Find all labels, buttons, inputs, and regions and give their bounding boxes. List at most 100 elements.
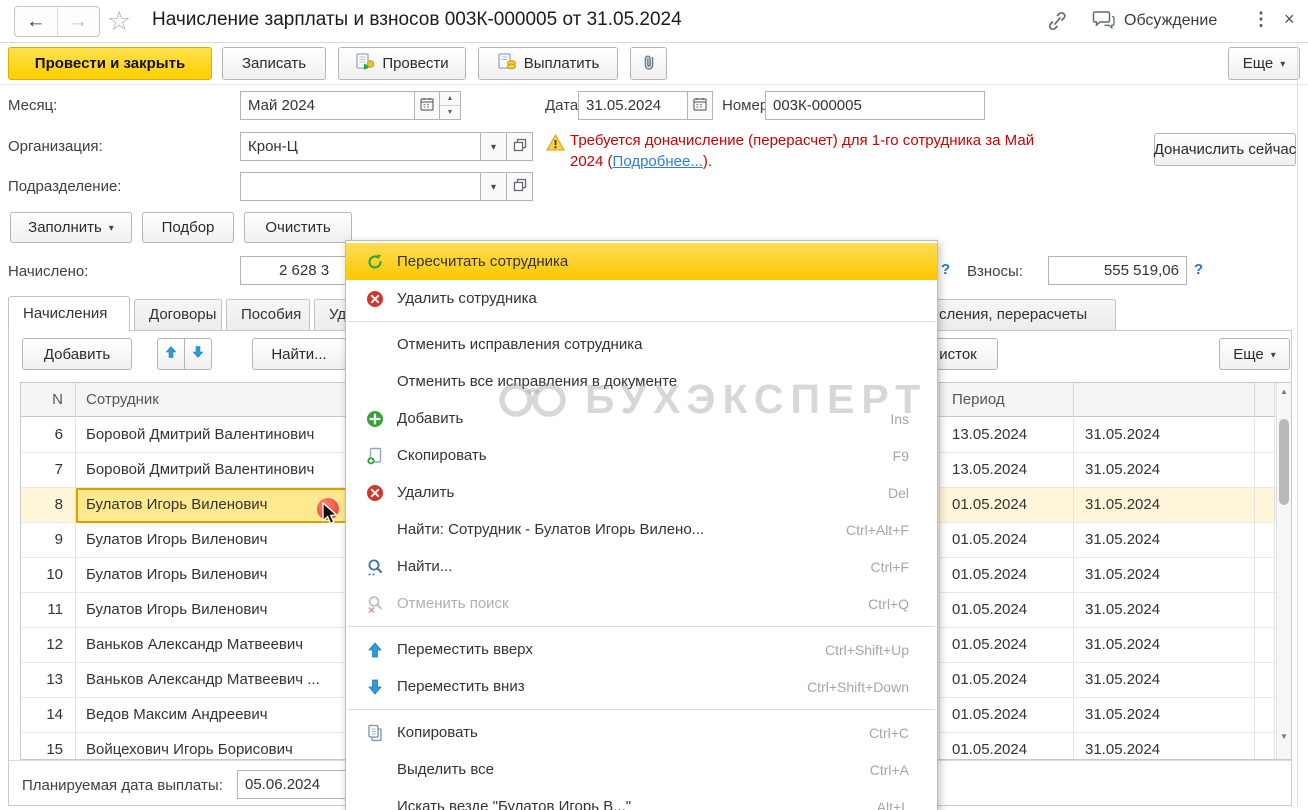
menu-item[interactable]: Найти... Ctrl+F xyxy=(346,548,937,585)
period-from-cell[interactable]: 13.05.2024 xyxy=(939,418,1073,452)
link-icon[interactable] xyxy=(1046,11,1068,35)
move-row-up-button[interactable] xyxy=(157,338,185,370)
pay-button[interactable]: Выплатить xyxy=(478,47,618,80)
spare-cell[interactable] xyxy=(1254,523,1275,557)
menu-item[interactable]: Добавить Ins xyxy=(346,400,937,437)
column-header-period-end[interactable] xyxy=(1073,383,1254,417)
scroll-up-icon[interactable]: ▲ xyxy=(1279,387,1289,396)
spare-cell[interactable] xyxy=(1254,488,1275,522)
contributions-field[interactable]: 555 519,06 xyxy=(1048,256,1187,285)
menu-item[interactable]: Переместить вверх Ctrl+Shift+Up xyxy=(346,631,937,668)
add-row-button[interactable]: Добавить xyxy=(22,338,132,370)
period-to-cell[interactable]: 31.05.2024 xyxy=(1073,453,1254,487)
menu-item[interactable]: Найти: Сотрудник - Булатов Игорь Вилено.… xyxy=(346,511,937,548)
period-to-cell[interactable]: 31.05.2024 xyxy=(1073,733,1254,759)
period-to-cell[interactable]: 31.05.2024 xyxy=(1073,628,1254,662)
row-number-cell[interactable]: 14 xyxy=(21,698,76,732)
period-to-cell[interactable]: 31.05.2024 xyxy=(1073,558,1254,592)
fill-button[interactable]: Заполнить ▾ xyxy=(10,212,132,243)
table-scrollbar[interactable]: ▲ ▼ xyxy=(1276,383,1291,759)
column-header-n[interactable]: N xyxy=(21,383,76,417)
warning-details-link[interactable]: Подробнее... xyxy=(613,153,703,170)
discussion-label[interactable]: Обсуждение xyxy=(1124,12,1217,30)
spare-cell[interactable] xyxy=(1254,453,1275,487)
department-field[interactable] xyxy=(240,172,481,201)
period-to-cell[interactable]: 31.05.2024 xyxy=(1073,698,1254,732)
date-field[interactable]: 31.05.2024 xyxy=(578,91,688,120)
spare-cell[interactable] xyxy=(1254,698,1275,732)
period-from-cell[interactable]: 13.05.2024 xyxy=(939,453,1073,487)
row-number-cell[interactable]: 6 xyxy=(21,418,76,452)
menu-item[interactable]: Отменить поиск Ctrl+Q xyxy=(346,585,937,622)
favorite-star-icon[interactable]: ☆ xyxy=(107,6,131,37)
tab-contracts[interactable]: Договоры xyxy=(134,299,222,330)
post-button[interactable]: Провести xyxy=(338,47,466,80)
attachment-button[interactable] xyxy=(630,47,667,80)
spin-down-icon[interactable]: ▼ xyxy=(440,106,460,119)
spare-cell[interactable] xyxy=(1254,628,1275,662)
menu-item[interactable]: Переместить вниз Ctrl+Shift+Down xyxy=(346,668,937,705)
scroll-down-icon[interactable]: ▼ xyxy=(1279,732,1289,741)
pick-button[interactable]: Подбор xyxy=(142,212,234,243)
contributions-help-icon[interactable]: ? xyxy=(1194,261,1203,278)
menu-item[interactable]: Удалить Del xyxy=(346,474,937,511)
row-number-cell[interactable]: 15 xyxy=(21,733,76,759)
number-field[interactable]: 003К-000005 xyxy=(765,91,985,120)
month-field[interactable]: Май 2024 xyxy=(240,91,415,120)
period-from-cell[interactable]: 01.05.2024 xyxy=(939,488,1073,522)
column-header-period[interactable]: Период xyxy=(939,383,1073,417)
department-dropdown-button[interactable]: ▾ xyxy=(480,172,507,201)
spare-cell[interactable] xyxy=(1254,558,1275,592)
month-calendar-button[interactable] xyxy=(414,91,440,120)
spare-cell[interactable] xyxy=(1254,418,1275,452)
period-from-cell[interactable]: 01.05.2024 xyxy=(939,733,1073,759)
planned-payment-date-field[interactable]: 05.06.2024 xyxy=(237,770,353,799)
menu-item[interactable]: Удалить сотрудника xyxy=(346,280,937,317)
menu-item[interactable]: Скопировать F9 xyxy=(346,437,937,474)
menu-item[interactable]: Искать везде "Булатов Игорь В..." Alt+L xyxy=(346,788,937,810)
period-to-cell[interactable]: 31.05.2024 xyxy=(1073,488,1254,522)
menu-item[interactable]: Выделить все Ctrl+A xyxy=(346,751,937,788)
row-number-cell[interactable]: 7 xyxy=(21,453,76,487)
period-to-cell[interactable]: 31.05.2024 xyxy=(1073,523,1254,557)
row-number-cell[interactable]: 12 xyxy=(21,628,76,662)
spare-cell[interactable] xyxy=(1254,663,1275,697)
forward-button[interactable]: → xyxy=(58,7,100,36)
row-number-cell[interactable]: 8 xyxy=(21,488,76,522)
period-from-cell[interactable]: 01.05.2024 xyxy=(939,523,1073,557)
period-from-cell[interactable]: 01.05.2024 xyxy=(939,593,1073,627)
spare-cell[interactable] xyxy=(1254,733,1275,759)
discussion-icon[interactable] xyxy=(1092,10,1117,35)
accrued-help-icon[interactable]: ? xyxy=(941,261,950,278)
spare-cell[interactable] xyxy=(1254,593,1275,627)
period-from-cell[interactable]: 01.05.2024 xyxy=(939,698,1073,732)
save-button[interactable]: Записать xyxy=(222,47,326,80)
menu-item[interactable]: Пересчитать сотрудника xyxy=(346,243,937,280)
menu-item[interactable]: Копировать Ctrl+C xyxy=(346,714,937,751)
organization-open-button[interactable] xyxy=(506,132,533,161)
scrollbar-thumb[interactable] xyxy=(1279,419,1289,505)
period-to-cell[interactable]: 31.05.2024 xyxy=(1073,593,1254,627)
month-stepper[interactable]: ▲ ▼ xyxy=(439,91,461,120)
more-menu-dots-icon[interactable]: ⋮ xyxy=(1252,9,1271,30)
menu-item[interactable]: Отменить исправления сотрудника xyxy=(346,326,937,363)
period-from-cell[interactable]: 01.05.2024 xyxy=(939,628,1073,662)
post-and-close-button[interactable]: Провести и закрыть xyxy=(8,47,212,80)
move-row-down-button[interactable] xyxy=(184,338,212,370)
tab-benefits[interactable]: Пособия xyxy=(226,299,310,330)
menu-item[interactable]: Отменить все исправления в документе xyxy=(346,363,937,400)
organization-dropdown-button[interactable]: ▾ xyxy=(480,132,507,161)
period-to-cell[interactable]: 31.05.2024 xyxy=(1073,663,1254,697)
table-more-button[interactable]: Еще ▾ xyxy=(1219,338,1290,370)
toolbar-more-button[interactable]: Еще ▾ xyxy=(1228,47,1300,80)
close-icon[interactable]: × xyxy=(1284,9,1295,30)
tab-recalculations-partial[interactable]: сления, перерасчеты xyxy=(920,299,1116,330)
period-to-cell[interactable]: 31.05.2024 xyxy=(1073,418,1254,452)
row-number-cell[interactable]: 10 xyxy=(21,558,76,592)
row-number-cell[interactable]: 9 xyxy=(21,523,76,557)
clear-button[interactable]: Очистить xyxy=(244,212,352,243)
spin-up-icon[interactable]: ▲ xyxy=(440,92,460,106)
organization-field[interactable]: Крон-Ц xyxy=(240,132,481,161)
accrue-now-button[interactable]: Доначислить сейчас xyxy=(1154,133,1296,166)
period-from-cell[interactable]: 01.05.2024 xyxy=(939,663,1073,697)
